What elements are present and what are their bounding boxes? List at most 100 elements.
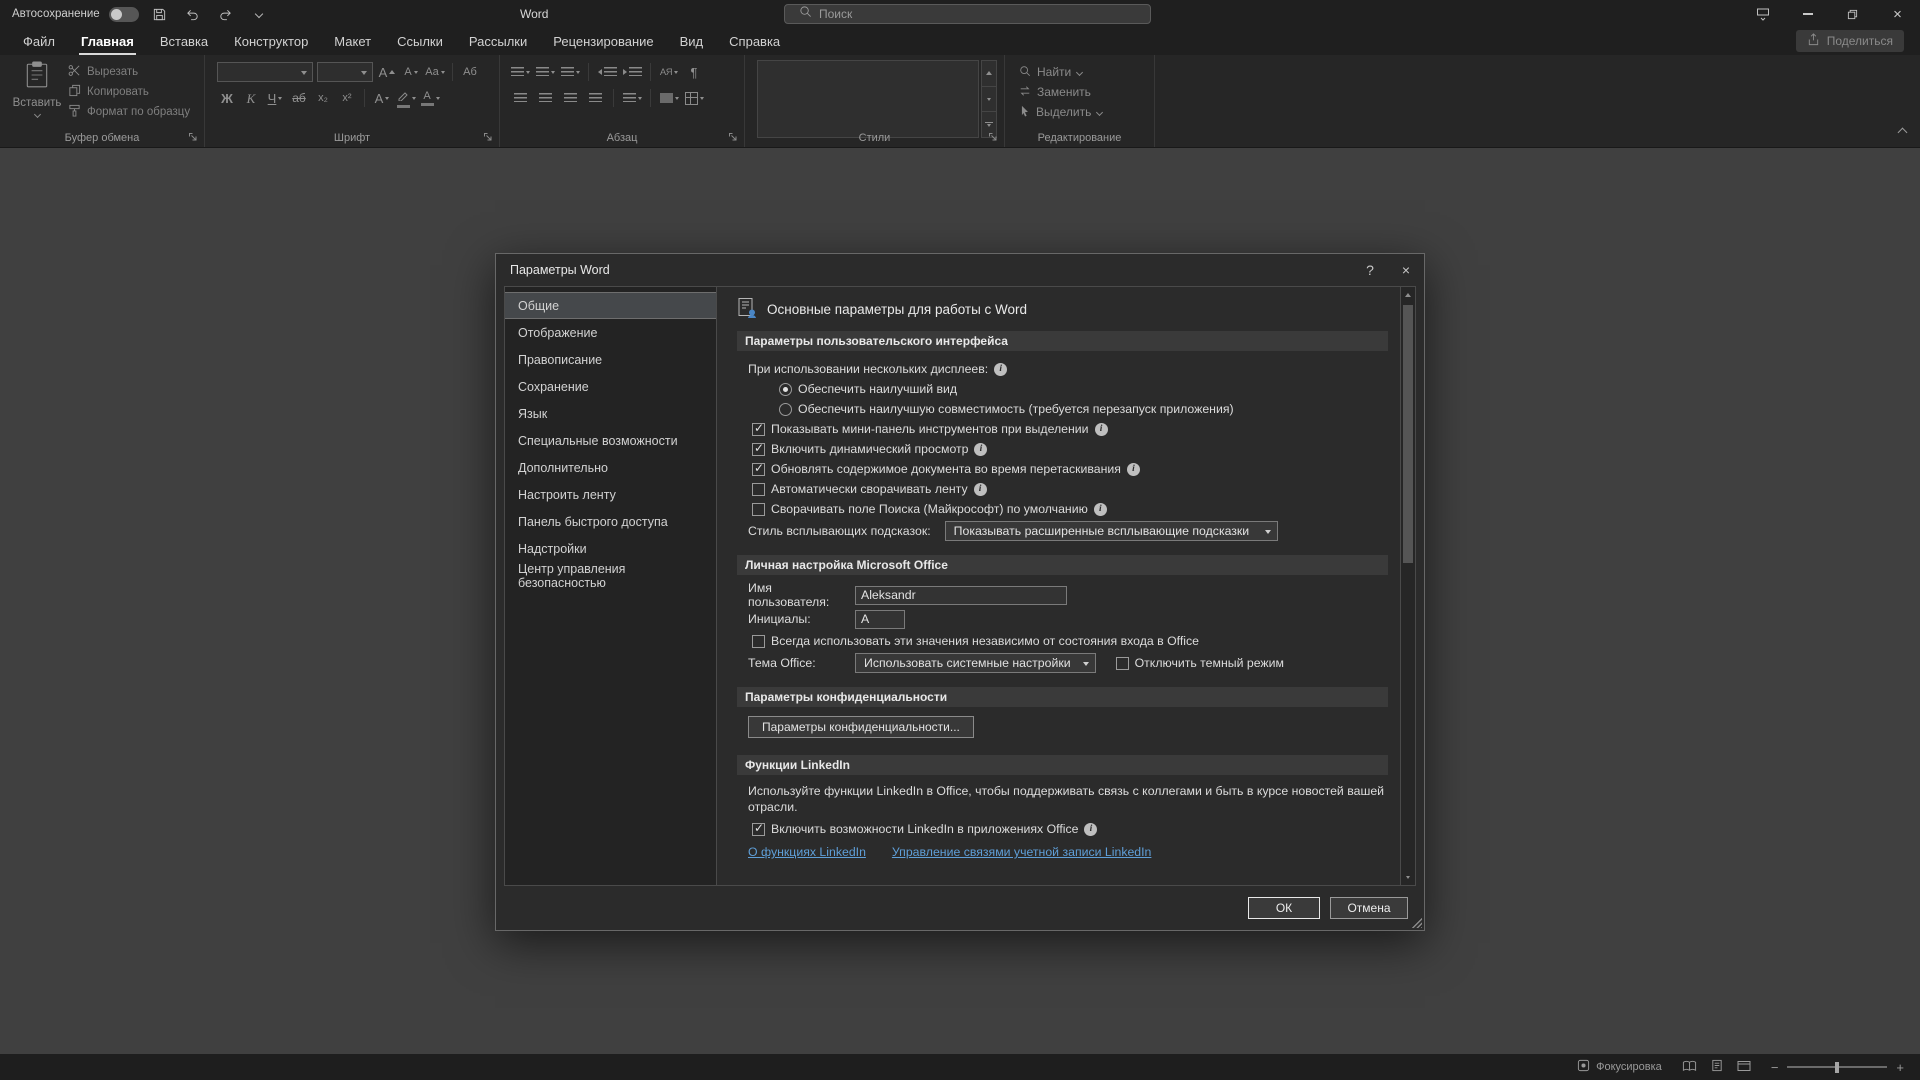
sort-button[interactable]: АЯ — [659, 62, 679, 82]
dialog-scrollbar[interactable] — [1400, 287, 1415, 885]
styles-gallery[interactable] — [757, 60, 979, 138]
superscript-button[interactable]: х² — [337, 88, 357, 108]
zoom-out-button[interactable]: − — [1771, 1060, 1779, 1075]
scroll-up-button[interactable] — [1401, 288, 1415, 302]
dialog-help-button[interactable]: ? — [1352, 254, 1388, 286]
zoom-slider-thumb[interactable] — [1835, 1062, 1839, 1073]
underline-button[interactable]: Ч — [265, 88, 285, 108]
sidebar-item-general[interactable]: Общие — [505, 292, 716, 319]
checkbox-collapse-search[interactable]: Сворачивать поле Поиска (Майкрософт) по … — [752, 499, 1400, 519]
styles-dialog-launcher[interactable] — [988, 132, 999, 143]
styles-down-button[interactable] — [981, 87, 997, 113]
increase-indent-button[interactable] — [622, 62, 642, 82]
tab-references[interactable]: Ссылки — [384, 28, 456, 55]
search-box[interactable] — [784, 4, 1151, 24]
checkbox-live-preview[interactable]: Включить динамический просмотр i — [752, 439, 1400, 459]
info-icon[interactable]: i — [1127, 463, 1140, 476]
info-icon[interactable]: i — [974, 443, 987, 456]
select-button[interactable]: Выделить — [1019, 104, 1102, 120]
maximize-button[interactable] — [1830, 0, 1875, 28]
info-icon[interactable]: i — [1084, 823, 1097, 836]
paste-button[interactable]: Вставить — [12, 61, 62, 141]
multilevel-list-button[interactable] — [560, 62, 580, 82]
tab-mailings[interactable]: Рассылки — [456, 28, 540, 55]
sidebar-item-proofing[interactable]: Правописание — [505, 346, 716, 373]
format-painter-button[interactable]: Формат по образцу — [68, 104, 190, 119]
scroll-down-button[interactable] — [1401, 870, 1415, 884]
dialog-titlebar[interactable]: Параметры Word — [496, 254, 1424, 286]
text-effects-button[interactable]: А — [372, 88, 392, 108]
radio-best-compatibility[interactable]: Обеспечить наилучшую совместимость (треб… — [779, 399, 1400, 419]
info-icon[interactable]: i — [1094, 503, 1107, 516]
tab-design[interactable]: Конструктор — [221, 28, 321, 55]
font-size-combo[interactable] — [317, 62, 373, 82]
username-input[interactable] — [855, 586, 1067, 605]
tab-help[interactable]: Справка — [716, 28, 793, 55]
share-button[interactable]: Поделиться — [1796, 30, 1904, 52]
font-dialog-launcher[interactable] — [483, 132, 494, 143]
borders-button[interactable] — [684, 88, 704, 108]
linkedin-about-link[interactable]: О функциях LinkedIn — [748, 845, 866, 859]
info-icon[interactable]: i — [974, 483, 987, 496]
close-button[interactable]: × — [1875, 0, 1920, 28]
align-left-button[interactable] — [510, 88, 530, 108]
shrink-font-button[interactable]: А — [401, 62, 421, 82]
clear-formatting-button[interactable]: Аб — [460, 62, 480, 82]
initials-input[interactable] — [855, 610, 905, 629]
sidebar-item-quick-access[interactable]: Панель быстрого доступа — [505, 508, 716, 535]
info-icon[interactable]: i — [994, 363, 1007, 376]
font-color-button[interactable]: А — [420, 88, 440, 108]
checkbox-update-while-drag[interactable]: Обновлять содержимое документа во время … — [752, 459, 1400, 479]
read-mode-button[interactable] — [1682, 1060, 1697, 1075]
search-input[interactable] — [819, 7, 1099, 21]
tooltip-style-select[interactable]: Показывать расширенные всплывающие подск… — [945, 521, 1278, 541]
cancel-button[interactable]: Отмена — [1330, 897, 1408, 919]
linkedin-manage-link[interactable]: Управление связями учетной записи Linked… — [892, 845, 1151, 859]
change-case-button[interactable]: Аа — [425, 62, 445, 82]
ribbon-display-options-button[interactable] — [1740, 0, 1785, 28]
dialog-close-button[interactable]: × — [1388, 254, 1424, 286]
align-center-button[interactable] — [535, 88, 555, 108]
sidebar-item-accessibility[interactable]: Специальные возможности — [505, 427, 716, 454]
minimize-button[interactable] — [1785, 0, 1830, 28]
styles-up-button[interactable] — [981, 60, 997, 87]
tab-file[interactable]: Файл — [10, 28, 68, 55]
cut-button[interactable]: Вырезать — [68, 64, 190, 79]
sidebar-item-addins[interactable]: Надстройки — [505, 535, 716, 562]
grow-font-button[interactable]: А — [377, 62, 397, 82]
collapse-ribbon-button[interactable] — [1899, 123, 1906, 141]
line-spacing-button[interactable] — [622, 88, 642, 108]
checkbox-collapse-ribbon[interactable]: Автоматически сворачивать ленту i — [752, 479, 1400, 499]
sidebar-item-advanced[interactable]: Дополнительно — [505, 454, 716, 481]
numbered-list-button[interactable] — [535, 62, 555, 82]
subscript-button[interactable]: х₂ — [313, 88, 333, 108]
tab-insert[interactable]: Вставка — [147, 28, 221, 55]
paragraph-dialog-launcher[interactable] — [728, 132, 739, 143]
customize-toolbar-button[interactable] — [247, 3, 271, 25]
focus-button[interactable]: Фокусировка — [1577, 1059, 1662, 1075]
tab-layout[interactable]: Макет — [321, 28, 384, 55]
ok-button[interactable]: ОК — [1248, 897, 1320, 919]
sidebar-item-display[interactable]: Отображение — [505, 319, 716, 346]
tab-home[interactable]: Главная — [68, 28, 147, 55]
shading-button[interactable] — [659, 88, 679, 108]
sidebar-item-customize-ribbon[interactable]: Настроить ленту — [505, 481, 716, 508]
privacy-settings-button[interactable]: Параметры конфиденциальности... — [748, 716, 974, 738]
checkbox-show-minitoolbar[interactable]: Показывать мини-панель инструментов при … — [752, 419, 1400, 439]
web-layout-button[interactable] — [1737, 1060, 1751, 1075]
show-marks-button[interactable]: ¶ — [684, 62, 704, 82]
checkbox-disable-dark-mode[interactable] — [1116, 657, 1129, 670]
autosave-toggle[interactable] — [109, 7, 139, 22]
radio-best-appearance[interactable]: Обеспечить наилучший вид — [779, 379, 1400, 399]
checkbox-linkedin-features[interactable]: Включить возможности LinkedIn в приложен… — [752, 819, 1400, 839]
justify-button[interactable] — [585, 88, 605, 108]
scroll-thumb[interactable] — [1403, 305, 1413, 563]
strikethrough-button[interactable]: аб — [289, 88, 309, 108]
save-button[interactable] — [148, 3, 172, 25]
radio-dot[interactable] — [779, 383, 792, 396]
sidebar-item-save[interactable]: Сохранение — [505, 373, 716, 400]
checkbox-always-use-values[interactable]: Всегда использовать эти значения независ… — [752, 631, 1400, 651]
tab-review[interactable]: Рецензирование — [540, 28, 666, 55]
decrease-indent-button[interactable] — [597, 62, 617, 82]
sidebar-item-trust-center[interactable]: Центр управления безопасностью — [505, 562, 716, 589]
